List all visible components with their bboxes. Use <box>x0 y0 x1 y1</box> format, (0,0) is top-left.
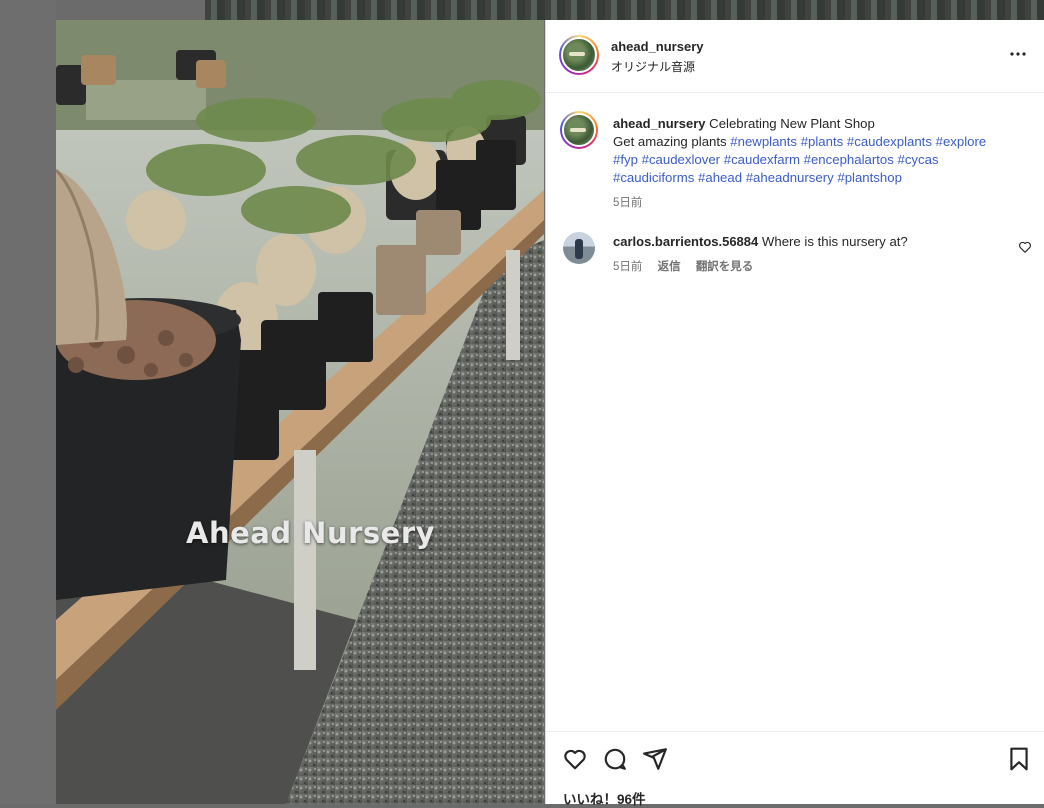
backdrop-left <box>0 0 56 804</box>
hashtag-link[interactable]: #aheadnursery <box>746 170 834 185</box>
heart-icon[interactable] <box>562 746 588 772</box>
post-actions: いいね！96件 <box>546 731 1044 808</box>
hashtag-link[interactable]: #caudexlover <box>642 152 720 167</box>
comment-text: Where is this nursery at? <box>761 234 908 249</box>
reply-button[interactable]: 返信 <box>658 261 681 273</box>
post-video[interactable]: Ahead Nursery <box>56 20 544 804</box>
author-avatar[interactable] <box>559 35 599 75</box>
hashtag-link[interactable]: #plants <box>801 134 844 149</box>
post-header: ahead_nursery オリジナル音源 <box>546 20 1044 93</box>
bookmark-icon[interactable] <box>1006 746 1032 772</box>
caption-text: Get amazing plants <box>613 134 727 149</box>
hashtag-link[interactable]: #encephalartos <box>804 152 894 167</box>
post-detail-panel: ahead_nursery オリジナル音源 ahead_nursery Cele… <box>545 20 1044 808</box>
hashtag-link[interactable]: #caudexplants <box>847 134 932 149</box>
commenter-username[interactable]: carlos.barrientos.56884 <box>613 234 758 249</box>
author-username[interactable]: ahead_nursery <box>611 39 704 54</box>
hashtag-link[interactable]: #newplants <box>730 134 797 149</box>
audio-label[interactable]: オリジナル音源 <box>611 58 695 75</box>
hashtag-link[interactable]: #cycas <box>898 152 939 167</box>
hashtag-link[interactable]: #caudiciforms <box>613 170 694 185</box>
video-frame <box>56 20 544 804</box>
commenter-avatar[interactable] <box>563 232 595 264</box>
hashtag-link[interactable]: #caudexfarm <box>724 152 800 167</box>
comment-timestamp[interactable]: 5日前 <box>613 261 642 273</box>
hashtag-link[interactable]: #explore <box>936 134 987 149</box>
comment-body: carlos.barrientos.56884 Where is this nu… <box>613 233 993 251</box>
hashtag-link[interactable]: #fyp <box>613 152 638 167</box>
comment-meta: 5日前 返信 翻訳を見る <box>613 258 765 274</box>
video-overlay-text: Ahead Nursery <box>186 516 436 550</box>
caption-timestamp[interactable]: 5日前 <box>613 194 642 210</box>
post-caption: ahead_nursery Celebrating New Plant Shop… <box>613 115 1018 187</box>
likes-count[interactable]: いいね！96件 <box>563 788 646 808</box>
share-icon[interactable] <box>642 746 668 772</box>
comment-heart-icon[interactable] <box>1018 240 1032 254</box>
caption-username[interactable]: ahead_nursery <box>613 116 706 131</box>
backdrop-strip <box>205 0 1044 20</box>
caption-text: Celebrating New Plant Shop <box>709 116 875 131</box>
caption-avatar[interactable] <box>560 111 598 149</box>
hashtag-link[interactable]: #ahead <box>698 170 742 185</box>
comment-icon[interactable] <box>602 746 628 772</box>
translate-button[interactable]: 翻訳を見る <box>696 261 754 273</box>
hashtag-link[interactable]: #plantshop <box>837 170 902 185</box>
more-options-icon[interactable] <box>1006 42 1030 66</box>
